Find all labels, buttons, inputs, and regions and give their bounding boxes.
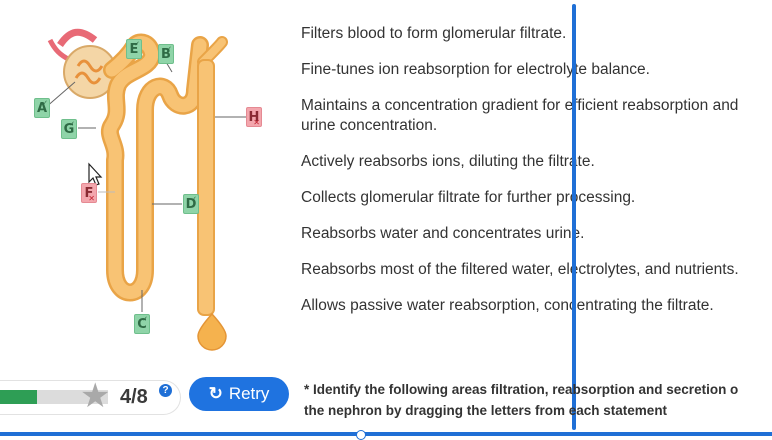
nephron-illustration	[44, 28, 246, 351]
statement-item[interactable]: Collects glomerular filtrate for further…	[301, 188, 751, 208]
statement-item[interactable]: Allows passive water reabsorption, conce…	[301, 296, 751, 316]
label-tag-h[interactable]: H ✕	[246, 107, 262, 127]
progress-panel: ★ 4/8 ?	[0, 377, 181, 415]
statement-item[interactable]: Reabsorbs most of the filtered water, el…	[301, 260, 751, 280]
label-tag-g[interactable]: G ✓	[61, 119, 77, 139]
nephron-diagram: E ✓ B ✓ A ✓ G ✓ H ✕ F ✕ D ✓ C ✓	[0, 0, 300, 360]
drag-divider[interactable]	[572, 4, 576, 430]
label-tag-b[interactable]: B ✓	[158, 44, 174, 64]
check-icon: ✓	[166, 45, 172, 53]
refresh-icon: ↻	[208, 384, 223, 403]
label-tag-a[interactable]: A ✓	[34, 98, 50, 118]
instruction-line: * Identify the following areas filtratio…	[304, 382, 739, 397]
statement-item[interactable]: Actively reabsorbs ions, diluting the fi…	[301, 152, 751, 172]
label-tag-f[interactable]: F ✕	[81, 183, 97, 203]
check-icon: ✓	[191, 195, 197, 203]
cross-icon: ✕	[88, 194, 95, 203]
instruction-line: the nephron by dragging the letters from…	[304, 403, 668, 418]
statement-item[interactable]: Reabsorbs water and concentrates urine.	[301, 224, 751, 244]
label-tag-e[interactable]: E ✓	[126, 39, 142, 59]
mouse-cursor	[88, 162, 103, 186]
instruction-text: * Identify the following areas filtratio…	[304, 379, 772, 421]
label-tag-c[interactable]: C ✓	[134, 314, 150, 334]
scrollbar-knob[interactable]	[356, 430, 366, 440]
statement-item[interactable]: Filters blood to form glomerular filtrat…	[301, 24, 751, 44]
statement-list: Filters blood to form glomerular filtrat…	[301, 24, 751, 316]
statement-item[interactable]: Fine-tunes ion reabsorption for electrol…	[301, 60, 751, 80]
score-text: 4/8	[120, 386, 148, 408]
check-icon: ✓	[134, 40, 140, 48]
progress-fill	[0, 390, 37, 404]
help-icon[interactable]: ?	[159, 384, 172, 397]
statement-item[interactable]: Maintains a concentration gradient for e…	[301, 96, 751, 136]
check-icon: ✓	[42, 99, 48, 107]
bottom-scrollbar[interactable]	[0, 432, 772, 436]
star-icon: ★	[80, 377, 111, 415]
cross-icon: ✕	[253, 118, 260, 127]
check-icon: ✓	[142, 315, 148, 323]
label-tag-d[interactable]: D ✓	[183, 194, 199, 214]
retry-label: Retry	[228, 384, 270, 403]
check-icon: ✓	[69, 120, 75, 128]
retry-button[interactable]: ↻ Retry	[189, 377, 289, 411]
